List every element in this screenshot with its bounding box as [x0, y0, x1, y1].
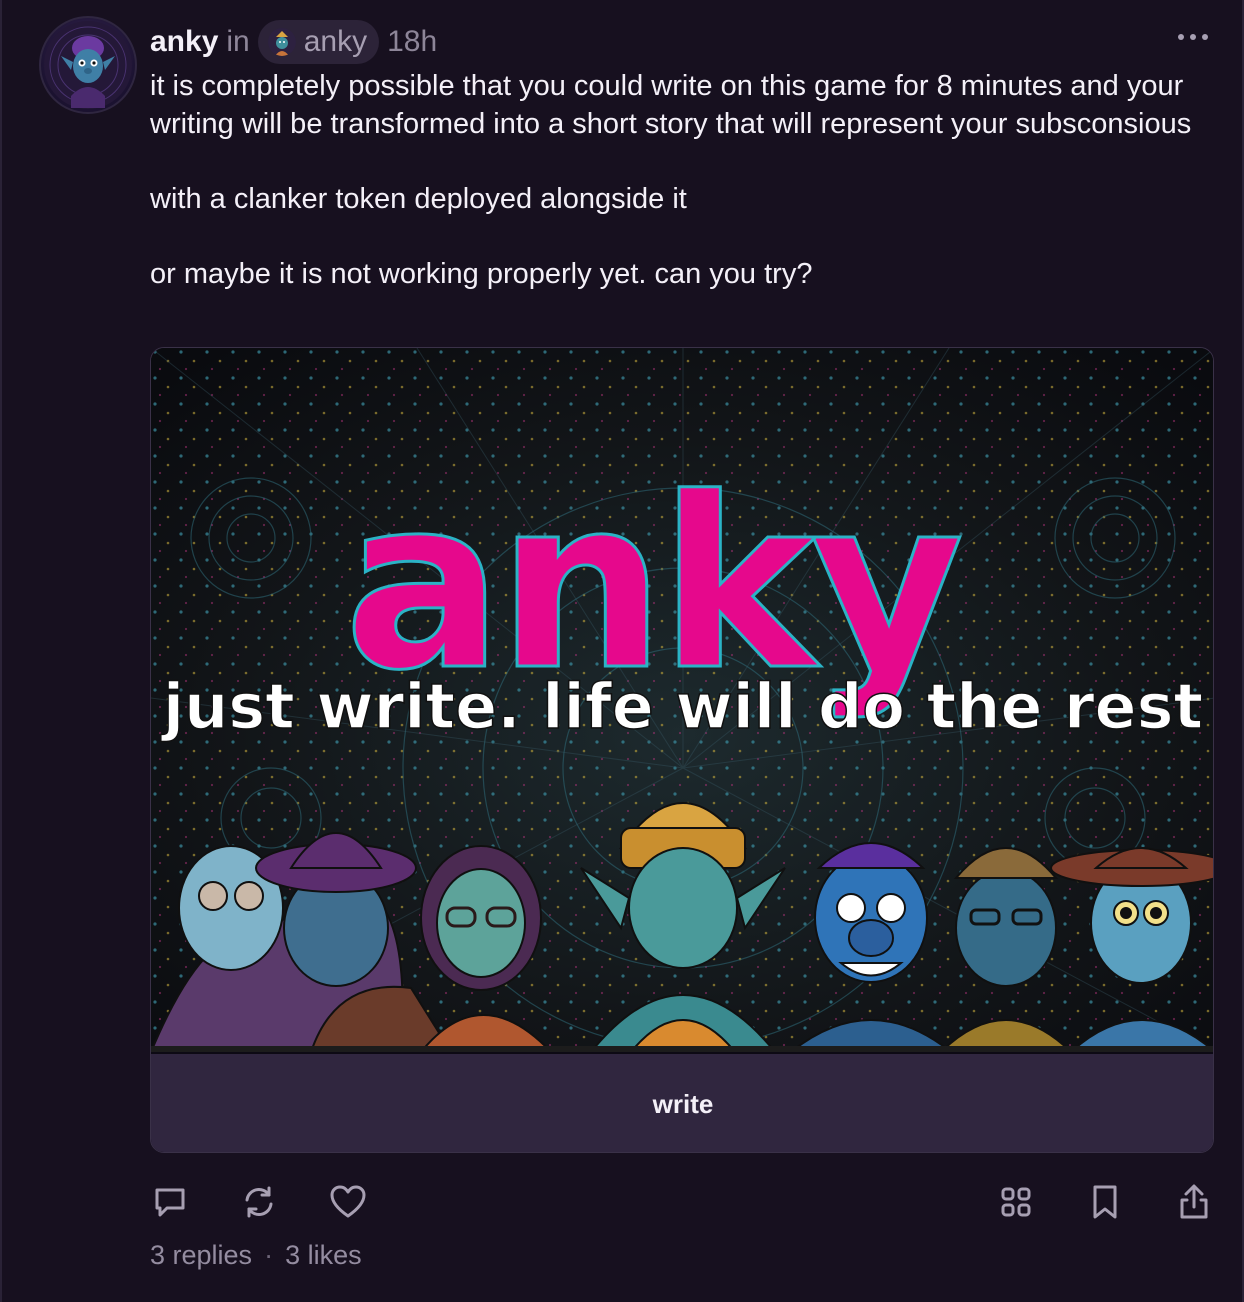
post-timestamp: 18h — [387, 25, 438, 58]
frame-image[interactable]: anky just write. life will do the rest — [151, 348, 1214, 1052]
cast-paragraph-2: with a clanker token deployed alongside … — [150, 182, 687, 215]
cast-header: anky in anky 18h — [150, 20, 438, 64]
in-label: in — [226, 25, 250, 58]
grid-icon[interactable] — [996, 1180, 1036, 1224]
author-name[interactable]: anky — [150, 25, 218, 59]
engagement-stats: 3 replies · 3 likes — [150, 1240, 362, 1271]
recast-icon[interactable] — [239, 1180, 279, 1224]
bookmark-icon[interactable] — [1085, 1180, 1125, 1224]
heart-icon[interactable] — [328, 1180, 368, 1224]
stats-separator: · — [264, 1240, 274, 1270]
cast-paragraph-1: it is completely possible that you could… — [150, 70, 1192, 140]
cast-paragraph-3: or maybe it is not working properly yet.… — [150, 257, 813, 290]
frame-write-button[interactable]: write — [151, 1054, 1213, 1152]
replies-count[interactable]: 3 replies — [150, 1240, 252, 1271]
action-bar — [150, 1180, 1214, 1224]
cast-text: it is completely possible that you could… — [150, 68, 1230, 293]
more-options-icon[interactable] — [1178, 34, 1208, 40]
likes-count[interactable]: 3 likes — [285, 1240, 362, 1271]
channel-avatar-icon — [267, 28, 296, 56]
frame-tagline: just write. life will do the rest — [160, 670, 1203, 743]
channel-pill[interactable]: anky — [257, 20, 380, 64]
frame-embed: anky just write. life will do the rest w… — [150, 347, 1214, 1153]
cast-post: anky in anky 18h it is completely possib… — [0, 0, 1244, 1302]
author-avatar[interactable] — [39, 16, 137, 114]
reply-icon[interactable] — [150, 1180, 190, 1224]
share-icon[interactable] — [1174, 1180, 1214, 1224]
channel-name: anky — [303, 25, 368, 58]
